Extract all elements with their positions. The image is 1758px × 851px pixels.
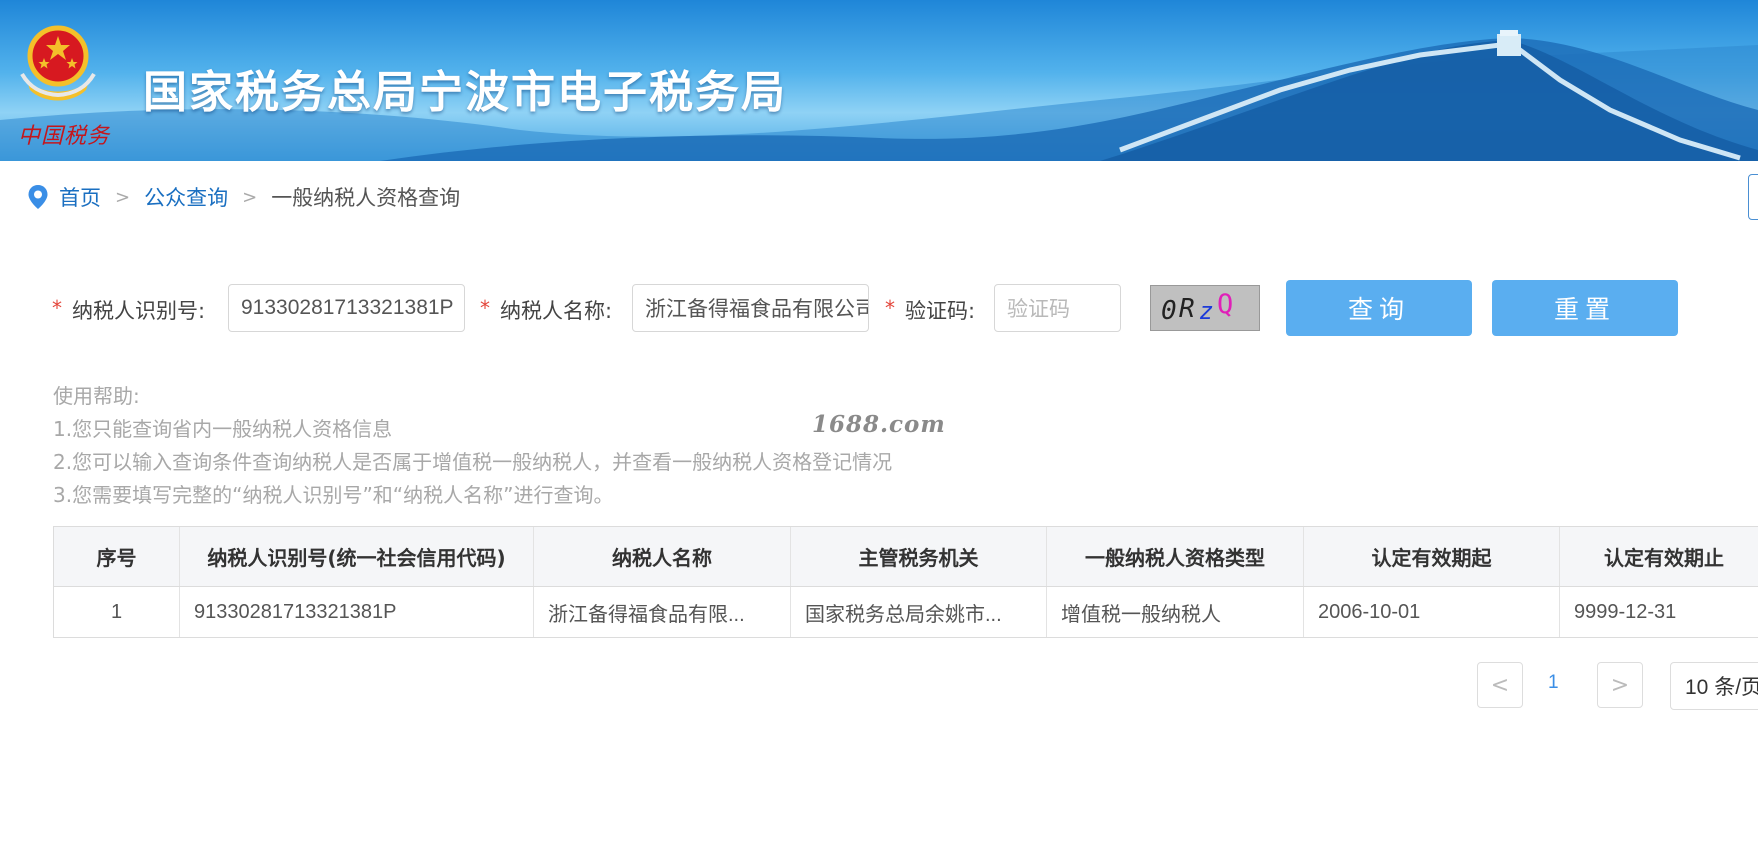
captcha-input[interactable]: 验证码	[994, 284, 1121, 332]
table-header-row: 序号 纳税人识别号(统一社会信用代码) 纳税人名称 主管税务机关 一般纳税人资格…	[54, 527, 1758, 587]
column-header-index: 序号	[54, 527, 180, 586]
column-header-qualification-type: 一般纳税人资格类型	[1047, 527, 1304, 586]
page-number-current[interactable]: 1	[1548, 672, 1559, 694]
cell-qualification-type: 增值税一般纳税人	[1047, 587, 1304, 637]
cell-taxpayer-name: 浙江备得福食品有限...	[534, 587, 791, 637]
header-banner: 中国税务 国家税务总局宁波市电子税务局	[0, 0, 1758, 161]
taxpayer-name-label: 纳税人名称:	[500, 299, 613, 323]
breadcrumb-home-link[interactable]: 首页	[59, 182, 101, 212]
taxpayer-id-label: 纳税人识别号:	[72, 299, 206, 323]
help-section: 使用帮助: 1.您只能查询省内一般纳税人资格信息 2.您可以输入查询条件查询纳税…	[53, 380, 892, 512]
captcha-char-2: R	[1179, 294, 1195, 324]
column-header-taxpayer-id: 纳税人识别号(统一社会信用代码)	[180, 527, 534, 586]
header-corner-button[interactable]	[1748, 174, 1758, 220]
help-line-2: 2.您可以输入查询条件查询纳税人是否属于增值税一般纳税人，并查看一般纳税人资格登…	[53, 450, 893, 474]
cell-index: 1	[54, 587, 180, 637]
captcha-char-1: 0	[1161, 296, 1177, 326]
captcha-glyphs: 0 R z Q	[1161, 289, 1233, 326]
column-header-taxpayer-name: 纳税人名称	[534, 527, 791, 586]
captcha-char-4: Q	[1217, 289, 1233, 320]
taxpayer-id-input[interactable]: 91330281713321381P	[228, 284, 465, 332]
taxpayer-name-input[interactable]: 浙江备得福食品有限公司	[632, 284, 869, 332]
required-mark: *	[52, 296, 62, 320]
breadcrumb-current: 一般纳税人资格查询	[271, 186, 461, 210]
required-mark: *	[480, 296, 490, 320]
column-header-tax-authority: 主管税务机关	[791, 527, 1047, 586]
cell-valid-from: 2006-10-01	[1304, 587, 1560, 637]
help-line-3: 3.您需要填写完整的“纳税人识别号”和“纳税人名称”进行查询。	[53, 483, 614, 507]
breadcrumb-separator: >	[115, 186, 131, 208]
column-header-valid-from: 认定有效期起	[1304, 527, 1560, 586]
captcha-label: 验证码:	[905, 299, 976, 323]
breadcrumb: 首页 > 公众查询 > 一般纳税人资格查询	[27, 180, 460, 214]
help-line-1: 1.您只能查询省内一般纳税人资格信息	[53, 417, 393, 441]
query-button[interactable]: 查询	[1286, 280, 1472, 336]
query-form: * 纳税人识别号: 91330281713321381P * 纳税人名称: 浙江…	[52, 280, 1752, 336]
column-header-valid-to: 认定有效期止	[1560, 527, 1758, 586]
table-row[interactable]: 1 91330281713321381P 浙江备得福食品有限... 国家税务总局…	[54, 587, 1758, 637]
cell-tax-authority: 国家税务总局余姚市...	[791, 587, 1047, 637]
prev-page-button[interactable]: <	[1477, 662, 1523, 708]
watermark: 1688.com	[812, 411, 946, 438]
captcha-image[interactable]: 0 R z Q	[1150, 285, 1260, 331]
required-mark: *	[885, 296, 895, 320]
reset-button[interactable]: 重置	[1492, 280, 1678, 336]
captcha-char-3: z	[1199, 297, 1213, 325]
tax-emblem-icon	[20, 25, 96, 101]
help-title: 使用帮助:	[53, 384, 140, 408]
next-page-button[interactable]: >	[1597, 662, 1643, 708]
chevron-left-icon: <	[1490, 672, 1510, 698]
results-table: 序号 纳税人识别号(统一社会信用代码) 纳税人名称 主管税务机关 一般纳税人资格…	[53, 526, 1758, 638]
cell-valid-to: 9999-12-31	[1560, 587, 1758, 637]
cell-taxpayer-id: 91330281713321381P	[180, 587, 534, 637]
location-pin-icon	[28, 185, 48, 209]
site-title: 国家税务总局宁波市电子税务局	[143, 67, 787, 118]
breadcrumb-public-query-link[interactable]: 公众查询	[144, 182, 228, 212]
page-size-select[interactable]: 10 条/页	[1670, 662, 1758, 710]
chevron-right-icon: >	[1610, 672, 1630, 698]
breadcrumb-separator: >	[242, 186, 258, 208]
seal-text: 中国税务	[18, 124, 111, 149]
